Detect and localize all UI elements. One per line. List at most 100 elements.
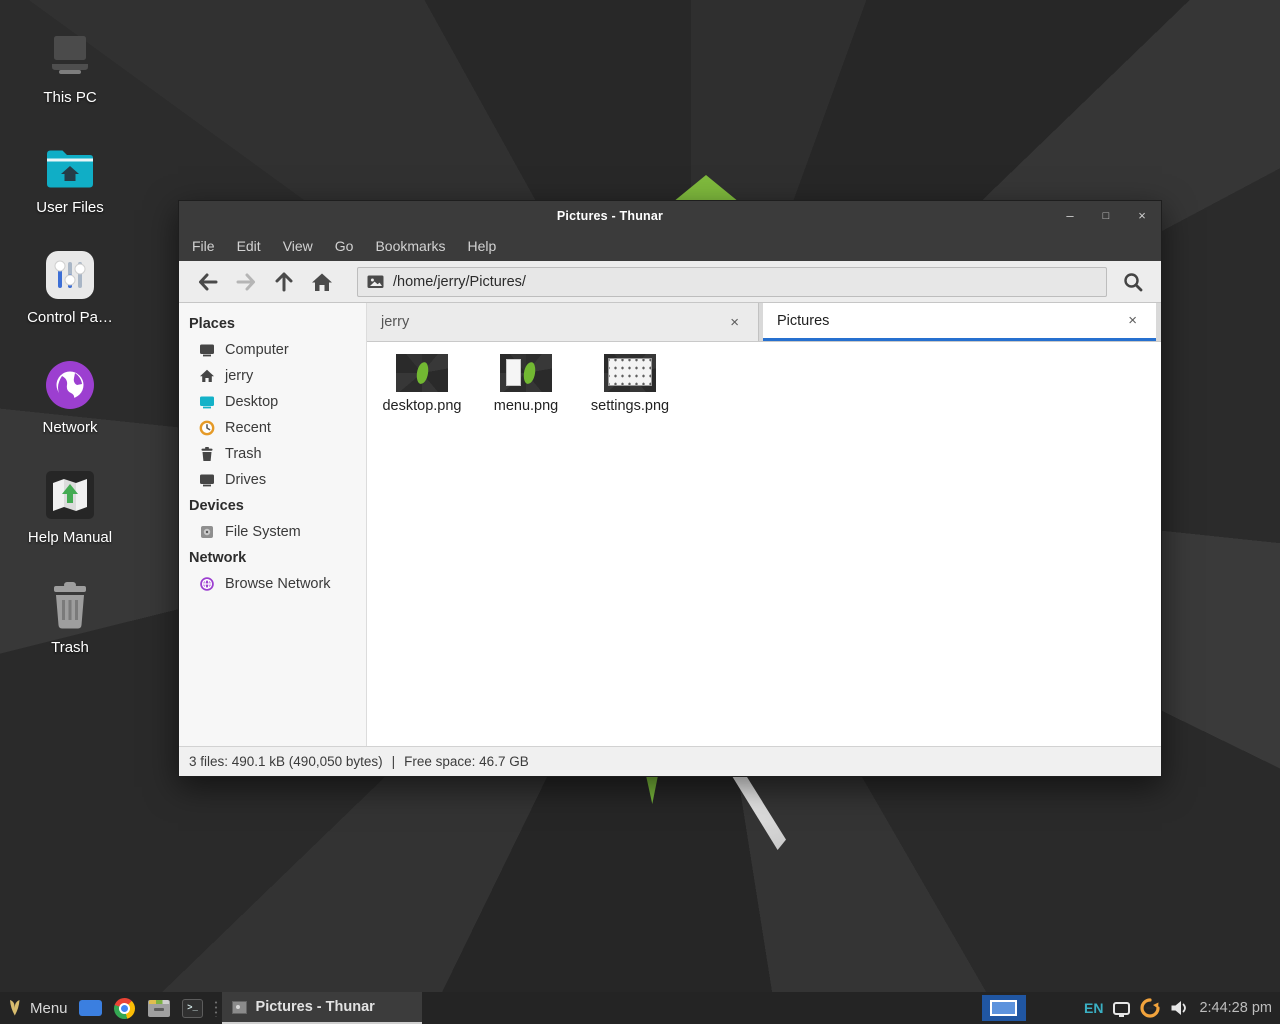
- desktop-icon-label: This PC: [43, 89, 96, 106]
- desktop-icon-label: Help Manual: [28, 529, 112, 546]
- sidebar-item-jerry[interactable]: jerry: [179, 363, 366, 389]
- up-arrow-icon: [274, 271, 294, 293]
- menu-edit[interactable]: Edit: [226, 233, 272, 259]
- mint-logo-icon: [6, 998, 22, 1018]
- desktop-icon-help-manual[interactable]: Help Manual: [15, 468, 125, 546]
- desktop-icon-label: User Files: [36, 199, 104, 216]
- maximize-button[interactable]: □: [1099, 210, 1113, 222]
- show-desktop-button[interactable]: [74, 992, 108, 1024]
- desktop-icon-control-panel[interactable]: Control Pa…: [15, 248, 125, 326]
- desktop-icon-trash[interactable]: Trash: [15, 578, 125, 656]
- home-folder-icon: [44, 138, 96, 190]
- desktop-icon-this-pc[interactable]: This PC: [15, 28, 125, 106]
- tab-close-icon[interactable]: ×: [1123, 310, 1142, 331]
- search-icon: [1122, 271, 1144, 293]
- menu-view[interactable]: View: [272, 233, 324, 259]
- sidebar-item-label: jerry: [225, 368, 253, 384]
- sidebar-item-trash[interactable]: Trash: [179, 441, 366, 467]
- help-manual-icon: [45, 468, 95, 520]
- file-name: settings.png: [591, 398, 669, 414]
- update-manager-icon[interactable]: [1139, 997, 1161, 1019]
- sidebar-item-recent[interactable]: Recent: [179, 415, 366, 441]
- file-name: desktop.png: [382, 398, 461, 414]
- drives-icon: [199, 472, 215, 488]
- sidebar: Places Computer jerry Desktop: [179, 303, 367, 746]
- tab-pictures[interactable]: Pictures ×: [763, 303, 1156, 341]
- sidebar-header-places: Places: [179, 311, 366, 337]
- status-files-summary: 3 files: 490.1 kB (490,050 bytes): [189, 754, 383, 769]
- tab-label: jerry: [381, 314, 409, 330]
- tab-jerry[interactable]: jerry ×: [367, 303, 759, 341]
- menu-file[interactable]: File: [181, 233, 226, 259]
- taskbar-separator[interactable]: [213, 999, 219, 1017]
- sidebar-item-label: File System: [225, 524, 301, 540]
- start-menu-button[interactable]: Menu: [0, 992, 74, 1024]
- workspace-switcher[interactable]: [982, 995, 1026, 1021]
- minimize-button[interactable]: –: [1063, 208, 1077, 223]
- system-tray: EN 2:44:28 pm: [982, 992, 1280, 1024]
- file-manager-launcher[interactable]: [142, 992, 176, 1024]
- wallpaper-mint-logo-peak: [673, 175, 739, 202]
- sidebar-item-drives[interactable]: Drives: [179, 467, 366, 493]
- forward-arrow-icon: [235, 272, 257, 292]
- back-arrow-icon: [197, 272, 219, 292]
- taskbar-clock[interactable]: 2:44:28 pm: [1199, 1000, 1272, 1016]
- home-icon: [311, 272, 333, 292]
- file-name: menu.png: [494, 398, 559, 414]
- sidebar-item-label: Recent: [225, 420, 271, 436]
- computer-icon: [199, 342, 215, 358]
- file-menu-png[interactable]: menu.png: [477, 354, 575, 414]
- status-divider: |: [392, 754, 396, 769]
- keyboard-layout-indicator[interactable]: EN: [1084, 1000, 1103, 1016]
- tab-close-icon[interactable]: ×: [725, 312, 744, 333]
- menu-bookmarks[interactable]: Bookmarks: [364, 233, 456, 259]
- path-bar[interactable]: /home/jerry/Pictures/: [357, 267, 1107, 297]
- sidebar-item-browse-network[interactable]: Browse Network: [179, 571, 366, 597]
- task-label: Pictures - Thunar: [256, 999, 375, 1015]
- file-settings-png[interactable]: settings.png: [581, 354, 679, 414]
- recent-clock-icon: [199, 420, 215, 436]
- tab-label: Pictures: [777, 313, 829, 329]
- wallpaper-green-sliver: [645, 776, 659, 804]
- status-free-space: Free space: 46.7 GB: [404, 754, 529, 769]
- desktop-icon-user-files[interactable]: User Files: [15, 138, 125, 216]
- sidebar-item-file-system[interactable]: File System: [179, 519, 366, 545]
- workspace-window-preview: [990, 1000, 1017, 1016]
- browse-network-globe-icon: [199, 576, 215, 592]
- image-thumbnail: [604, 354, 656, 392]
- up-button[interactable]: [265, 266, 303, 298]
- terminal-launcher[interactable]: >_: [176, 992, 210, 1024]
- toolbar: /home/jerry/Pictures/: [179, 261, 1161, 303]
- menu-bar: File Edit View Go Bookmarks Help: [179, 230, 1161, 261]
- search-button[interactable]: [1115, 266, 1151, 298]
- window-title: Pictures - Thunar: [179, 201, 1041, 230]
- taskbar-window-button[interactable]: Pictures - Thunar: [222, 992, 422, 1024]
- tab-bar: jerry × Pictures ×: [367, 303, 1161, 342]
- home-button[interactable]: [303, 266, 341, 298]
- chrome-launcher[interactable]: [108, 992, 142, 1024]
- menu-go[interactable]: Go: [324, 233, 365, 259]
- thunar-window: Pictures - Thunar – □ × File Edit View G…: [178, 200, 1162, 777]
- sidebar-item-computer[interactable]: Computer: [179, 337, 366, 363]
- sidebar-item-desktop[interactable]: Desktop: [179, 389, 366, 415]
- sidebar-item-label: Computer: [225, 342, 289, 358]
- file-view[interactable]: desktop.png menu.png settings.png: [367, 342, 1161, 746]
- forward-button[interactable]: [227, 266, 265, 298]
- taskbar: Menu >_ Pictures - Thunar EN 2:44:28 pm: [0, 992, 1280, 1024]
- menu-help[interactable]: Help: [457, 233, 508, 259]
- display-settings-icon[interactable]: [1113, 1002, 1130, 1015]
- sidebar-header-devices: Devices: [179, 493, 366, 519]
- volume-icon[interactable]: [1170, 999, 1189, 1017]
- show-desktop-icon: [79, 1000, 102, 1016]
- file-desktop-png[interactable]: desktop.png: [373, 354, 471, 414]
- desktop-icon-network[interactable]: Network: [15, 358, 125, 436]
- sidebar-header-network: Network: [179, 545, 366, 571]
- sidebar-item-label: Desktop: [225, 394, 278, 410]
- window-titlebar[interactable]: Pictures - Thunar – □ ×: [179, 201, 1161, 230]
- control-panel-icon: [45, 248, 95, 300]
- close-button[interactable]: ×: [1135, 208, 1149, 223]
- sidebar-item-label: Drives: [225, 472, 266, 488]
- back-button[interactable]: [189, 266, 227, 298]
- path-text: /home/jerry/Pictures/: [393, 274, 526, 290]
- wallpaper-white-blade: [726, 776, 786, 850]
